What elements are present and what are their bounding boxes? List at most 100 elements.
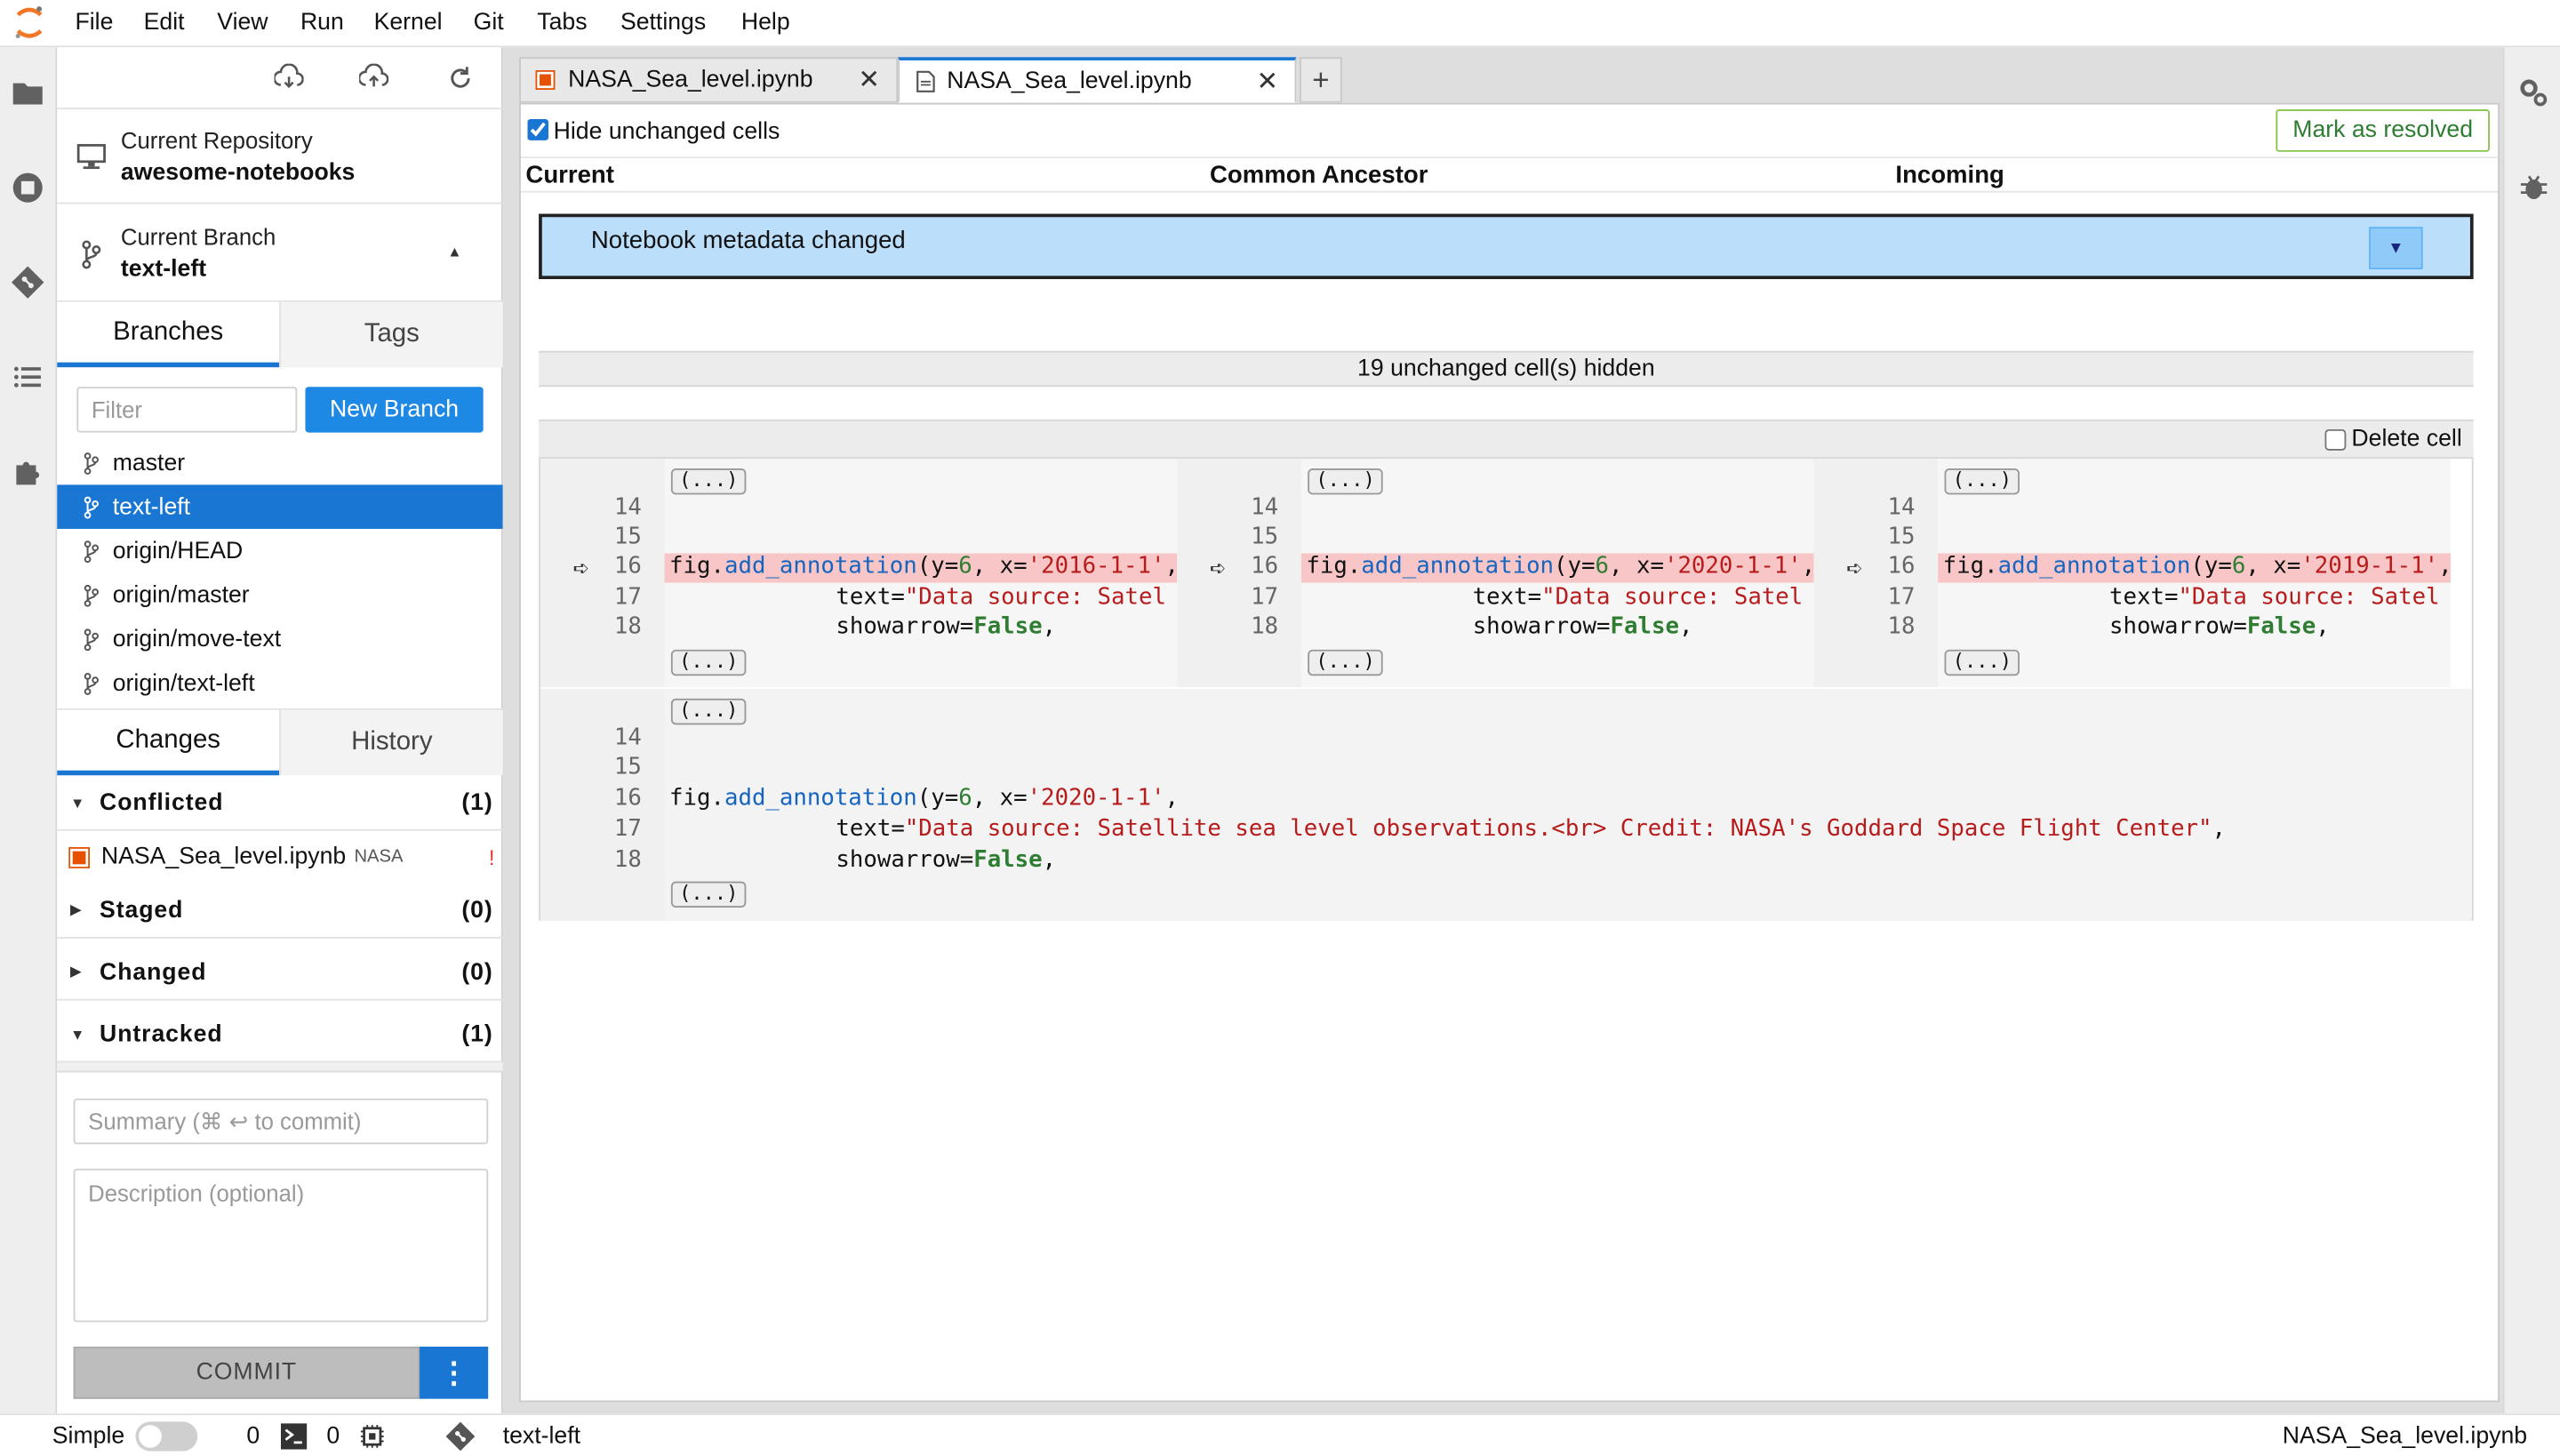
tab-notebook-conflict[interactable]: NASA_Sea_level.ipynb ✕ bbox=[519, 57, 899, 103]
caret-up-icon[interactable]: ▲ bbox=[447, 244, 461, 260]
code-line-17[interactable]: text="Data source: Satel bbox=[665, 584, 1178, 613]
code-line-16[interactable]: fig.add_annotation(y=6, x='2019-1-1', bbox=[1938, 553, 2451, 583]
menu-run[interactable]: Run bbox=[300, 10, 344, 36]
collapsed-lines-button[interactable]: (...) bbox=[1944, 468, 2020, 495]
hide-unchanged-toggle[interactable]: Hide unchanged cells bbox=[527, 113, 780, 145]
scroll-divider bbox=[57, 1062, 503, 1073]
branch-item[interactable]: text-left bbox=[57, 484, 503, 529]
code-date: 2020-1-1 bbox=[1041, 785, 1151, 812]
code-line-17[interactable]: text="Data source: Satel bbox=[1301, 584, 1814, 613]
terminal-icon[interactable] bbox=[280, 1423, 308, 1450]
git-branch-status-icon[interactable] bbox=[445, 1421, 476, 1452]
table-of-contents-icon[interactable] bbox=[12, 361, 44, 394]
code-line-18[interactable]: showarrow=False, bbox=[665, 847, 2460, 876]
hide-unchanged-checkbox[interactable] bbox=[527, 118, 549, 140]
menu-view[interactable]: View bbox=[217, 10, 268, 36]
menu-git[interactable]: Git bbox=[474, 10, 504, 36]
delete-cell-toggle[interactable]: Delete cell bbox=[2325, 426, 2462, 452]
tab-notebook-merge[interactable]: NASA_Sea_level.ipynb ✕ bbox=[898, 57, 1297, 103]
section-changed[interactable]: ▶ Changed (0) bbox=[57, 945, 503, 1001]
pull-icon[interactable] bbox=[274, 63, 304, 93]
unchanged-cells-hidden[interactable]: 19 unchanged cell(s) hidden bbox=[539, 350, 2474, 388]
section-untracked[interactable]: ▼ Untracked (1) bbox=[57, 1007, 503, 1063]
menu-help[interactable]: Help bbox=[741, 10, 790, 36]
close-icon[interactable]: ✕ bbox=[1257, 65, 1279, 98]
status-branch[interactable]: text-left bbox=[503, 1423, 580, 1449]
collapsed-lines-button[interactable]: (...) bbox=[670, 468, 747, 495]
current-repository[interactable]: Current Repository awesome-notebooks bbox=[57, 109, 503, 204]
metadata-changed-label: Notebook metadata changed bbox=[590, 227, 906, 255]
code-line-16[interactable]: fig.add_annotation(y=6, x='2020-1-1', bbox=[665, 785, 2460, 814]
pick-arrow-icon[interactable]: ➪ bbox=[573, 556, 589, 580]
extensions-icon[interactable] bbox=[12, 455, 44, 488]
code-token: showarrow= bbox=[1472, 613, 1611, 640]
section-staged[interactable]: ▶ Staged (0) bbox=[57, 883, 503, 939]
menu-kernel[interactable]: Kernel bbox=[374, 10, 443, 36]
collapsed-lines-button[interactable]: (...) bbox=[1308, 649, 1383, 676]
jupyter-logo-icon[interactable] bbox=[13, 5, 46, 41]
delete-cell-checkbox[interactable] bbox=[2325, 428, 2347, 450]
branch-name: origin/text-left bbox=[112, 669, 255, 697]
pick-arrow-icon[interactable]: ➪ bbox=[1210, 556, 1226, 580]
pick-arrow-icon[interactable]: ➪ bbox=[1846, 556, 1862, 580]
menu-edit[interactable]: Edit bbox=[144, 10, 185, 36]
code-line-18[interactable]: showarrow=False, bbox=[665, 613, 1178, 643]
code-line-16[interactable]: fig.add_annotation(y=6, x='2020-1-1', bbox=[1300, 553, 1814, 583]
code-string: "Data source: Satellite sea level observ… bbox=[904, 816, 2212, 843]
branch-item[interactable]: origin/HEAD bbox=[57, 529, 502, 573]
code-line-16[interactable]: fig.add_annotation(y=6, x='2016-1-1', bbox=[664, 553, 1178, 583]
line-number: 18 bbox=[613, 847, 642, 874]
kernel-icon[interactable] bbox=[359, 1423, 385, 1449]
simple-mode-label: Simple bbox=[52, 1423, 125, 1450]
collapsed-lines-button[interactable]: (...) bbox=[1944, 649, 2020, 676]
refresh-icon[interactable] bbox=[445, 64, 475, 93]
tab-branches[interactable]: Branches bbox=[57, 301, 280, 368]
git-icon[interactable] bbox=[12, 266, 44, 299]
property-inspector-icon[interactable] bbox=[2517, 76, 2550, 109]
add-tab-button[interactable]: + bbox=[1300, 57, 1342, 103]
commit-button[interactable]: COMMIT bbox=[73, 1346, 420, 1399]
close-icon[interactable]: ✕ bbox=[858, 64, 880, 97]
tab-changes[interactable]: Changes bbox=[57, 709, 280, 776]
folder-icon[interactable] bbox=[12, 76, 44, 109]
conflicted-file-row[interactable]: NASA_Sea_level.ipynb NASA ! bbox=[57, 831, 502, 884]
branch-item[interactable]: origin/move-text bbox=[57, 617, 502, 661]
branch-item[interactable]: origin/text-left bbox=[57, 661, 502, 706]
commit-description-input[interactable] bbox=[73, 1168, 489, 1323]
collapsed-lines-button[interactable]: (...) bbox=[670, 881, 747, 908]
delete-cell-row: Delete cell bbox=[539, 419, 2474, 458]
collapsed-lines-button[interactable]: (...) bbox=[670, 649, 747, 676]
code-line-17[interactable]: text="Data source: Satellite sea level o… bbox=[665, 816, 2460, 845]
push-icon[interactable] bbox=[359, 63, 389, 93]
new-branch-button[interactable]: New Branch bbox=[305, 387, 484, 433]
status-file: NASA_Sea_level.ipynb bbox=[2282, 1423, 2528, 1450]
collapsed-lines-button[interactable]: (...) bbox=[670, 698, 747, 725]
code-token: text= bbox=[836, 584, 905, 611]
cell-merge-area: 14 15 16 17 18 (...) fig.add_annotation(y=6, x… bbox=[539, 457, 2474, 921]
branch-item[interactable]: master bbox=[57, 441, 502, 485]
commit-summary-input[interactable] bbox=[73, 1098, 489, 1145]
menu-settings[interactable]: Settings bbox=[620, 10, 706, 36]
current-branch[interactable]: Current Branch text-left ▲ bbox=[57, 204, 503, 302]
tab-tags[interactable]: Tags bbox=[279, 301, 503, 368]
code-keyword: False bbox=[973, 847, 1043, 874]
code-line-17[interactable]: text="Data source: Satel bbox=[1938, 584, 2451, 613]
section-conflicted[interactable]: ▼ Conflicted (1) bbox=[57, 775, 503, 831]
expand-metadata-button[interactable]: ▼ bbox=[2369, 227, 2423, 269]
collapsed-lines-button[interactable]: (...) bbox=[1308, 468, 1383, 495]
code-line-18[interactable]: showarrow=False, bbox=[1938, 613, 2451, 643]
branch-icon bbox=[84, 672, 99, 694]
branch-filter-input[interactable] bbox=[76, 387, 298, 433]
branch-item[interactable]: origin/master bbox=[57, 573, 502, 618]
notebook-metadata-changed[interactable]: Notebook metadata changed ▼ bbox=[539, 213, 2474, 280]
tab-history[interactable]: History bbox=[279, 709, 503, 776]
simple-mode-toggle[interactable] bbox=[135, 1421, 198, 1452]
code-line-18[interactable]: showarrow=False, bbox=[1301, 613, 1814, 643]
running-sessions-icon[interactable] bbox=[12, 172, 44, 204]
menu-file[interactable]: File bbox=[75, 10, 113, 36]
commit-options-button[interactable]: ⋮ bbox=[420, 1346, 489, 1399]
debugger-icon[interactable] bbox=[2517, 172, 2550, 204]
section-changed-label: Changed bbox=[100, 958, 207, 986]
menu-tabs[interactable]: Tabs bbox=[537, 10, 587, 36]
mark-resolved-button[interactable]: Mark as resolved bbox=[2276, 109, 2490, 152]
